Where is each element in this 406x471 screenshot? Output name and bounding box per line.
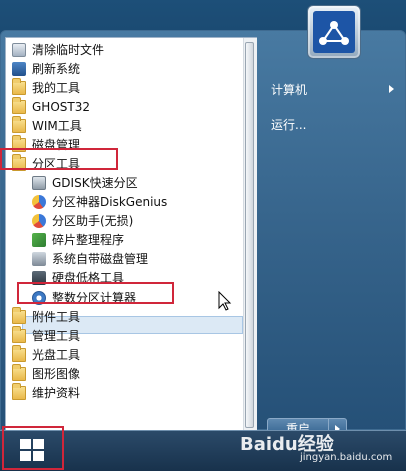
menu-item-disc-tools[interactable]: 光盘工具 [12,344,80,364]
scrollbar-thumb[interactable] [245,42,254,428]
start-button[interactable] [7,433,57,467]
system-disk-icon [32,251,46,266]
menu-item-refresh-system[interactable]: 刷新系统 [12,59,80,78]
clean-icon [12,42,26,57]
menu-item-partition-tools[interactable]: 分区工具 [12,153,80,173]
menu-item-ghost32[interactable]: GHOST32 [12,96,90,116]
menu-item-wim-tools[interactable]: WIM工具 [12,115,82,135]
menu-item-graphics[interactable]: 图形图像 [12,363,80,383]
network-icon [319,21,349,45]
menu-item-clean-temp[interactable]: 清除临时文件 [12,40,104,59]
menu-item-system-disk-management[interactable]: 系统自带磁盘管理 [32,249,148,268]
menu-item-partition-assistant[interactable]: 分区助手(无损) [32,211,133,230]
menu-item-maintenance[interactable]: 维护资料 [12,382,80,402]
menu-item-my-tools[interactable]: 我的工具 [12,77,80,97]
windows-logo-icon [20,439,44,461]
folder-icon [12,134,26,152]
menu-item-accessories[interactable]: 附件工具 [12,306,80,326]
pie-icon [32,194,46,209]
folder-icon [12,153,26,171]
disk-icon [32,175,46,190]
menu-item-admin-tools[interactable]: 管理工具 [12,325,80,345]
programs-pane: 清除临时文件 刷新系统 我的工具 GHOST32 WIM工具 磁盘管理 分区工具… [5,37,257,433]
run-link[interactable]: 运行... [271,116,306,133]
folder-icon [12,96,26,114]
mouse-cursor-icon [218,291,232,311]
folder-icon [12,306,26,324]
folder-icon [12,363,26,381]
refresh-icon [12,61,26,76]
folder-icon [12,382,26,400]
start-menu: 清除临时文件 刷新系统 我的工具 GHOST32 WIM工具 磁盘管理 分区工具… [0,30,406,438]
folder-icon [12,115,26,133]
calculator-icon [32,290,46,305]
folder-icon [12,325,26,343]
menu-item-defrag[interactable]: 碎片整理程序 [32,230,124,249]
hdd-icon [32,270,46,285]
pie-icon [32,213,46,228]
menu-item-lowlevel-format[interactable]: 硬盘低格工具 [32,268,124,287]
menu-item-disk-management[interactable]: 磁盘管理 [12,134,80,154]
folder-icon [12,77,26,95]
puzzle-icon [32,232,46,247]
computer-link[interactable]: 计算机 [271,81,307,98]
menu-item-partition-calculator[interactable]: 整数分区计算器 [32,288,136,307]
user-avatar[interactable] [307,5,361,59]
menu-item-diskgenius[interactable]: 分区神器DiskGenius [32,192,167,211]
watermark-url: jingyan.baidu.com [300,452,393,463]
folder-icon [12,344,26,362]
avatar-image [313,11,355,53]
menu-item-gdisk[interactable]: GDISK快速分区 [32,173,138,192]
chevron-right-icon [389,85,394,93]
